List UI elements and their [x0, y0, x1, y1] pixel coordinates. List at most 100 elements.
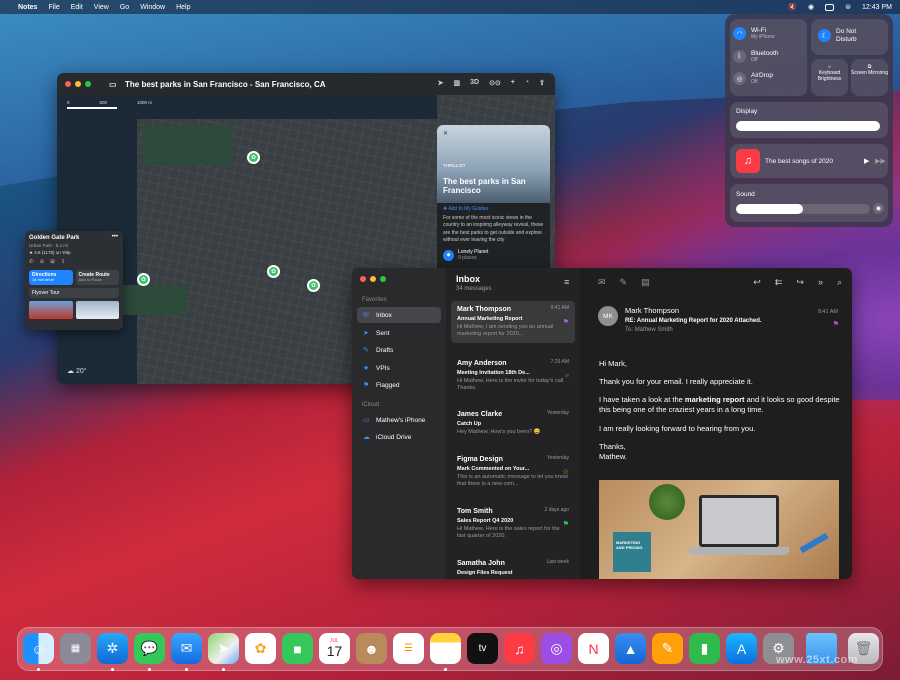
dnd-toggle[interactable]: ☾ Do Not Disturb	[818, 28, 876, 44]
news-icon[interactable]: N	[578, 633, 609, 664]
share-icon[interactable]: ⇪	[539, 79, 545, 87]
list-item[interactable]: Figma Design Yesterday Mark Commented on …	[451, 451, 575, 493]
airplay-icon[interactable]: ◉	[873, 203, 884, 214]
mailbox-title: Inbox	[456, 274, 480, 284]
create-route-button[interactable]: Create Route Add to Route	[75, 270, 119, 285]
podcasts-icon[interactable]: ◎	[541, 633, 572, 664]
menu-go[interactable]: Go	[120, 4, 129, 11]
keynote-icon[interactable]: ▲	[615, 633, 646, 664]
3d-button[interactable]: 3D	[470, 79, 479, 87]
sound-slider[interactable]	[736, 204, 803, 214]
sidebar-item-icloud-drive[interactable]: ☁ iCloud Drive	[357, 429, 441, 445]
list-item[interactable]: Samatha John Last week Design Files Reque…	[451, 555, 575, 579]
reminders-icon[interactable]: ☰	[393, 633, 424, 664]
music-app-icon[interactable]: ♫	[504, 633, 535, 664]
compose-mailbox-icon[interactable]: ✉	[598, 277, 606, 288]
park-pin-icon[interactable]: ✿	[267, 265, 280, 278]
reply-icon[interactable]: ↩	[753, 277, 761, 288]
minimize-button[interactable]	[75, 81, 81, 87]
launchpad-icon[interactable]: ▦	[60, 633, 91, 664]
archive-icon[interactable]: ▤	[641, 277, 650, 288]
close-button[interactable]	[65, 81, 71, 87]
control-center-icon[interactable]: ⊜	[845, 3, 851, 11]
zoom-button[interactable]	[380, 276, 386, 282]
tv-icon[interactable]: tv	[467, 633, 498, 664]
map-mode-icon[interactable]: ▥	[453, 79, 460, 87]
list-item[interactable]: James Clarke Yesterday Catch Up Hey Mathe…	[451, 406, 575, 440]
pages-icon[interactable]: ✎	[652, 633, 683, 664]
user-icon[interactable]: ◉	[808, 3, 814, 11]
appstore-icon[interactable]: A	[726, 633, 757, 664]
park-pin-icon[interactable]: ✿	[137, 273, 150, 286]
list-item[interactable]: Mark Thompson 9:41 AM Annual Marketing Re…	[451, 301, 575, 343]
minimize-button[interactable]	[370, 276, 376, 282]
compass-icon[interactable]: ◔	[525, 79, 529, 87]
guide-publisher[interactable]: ◆ Lonely Planet 9 places	[437, 244, 550, 266]
menu-help[interactable]: Help	[176, 4, 190, 11]
bluetooth-toggle[interactable]: ᛒ Bluetooth Off	[733, 50, 778, 63]
menu-edit[interactable]: Edit	[71, 4, 83, 11]
place-photo[interactable]	[75, 300, 119, 319]
phone-icon[interactable]: ✆	[29, 259, 34, 265]
list-item[interactable]: Tom Smith 2 days ago Sales Report Q4 2020…	[451, 503, 575, 545]
reading-pane: ✉ ✎ ▤ ↩ ⇇ ↪ » ⌕ MK Mark Thompson RE: Ann…	[580, 268, 852, 579]
share-place-icon[interactable]: ⇪	[61, 259, 66, 265]
look-around-icon[interactable]: ⊙⊙	[489, 79, 501, 87]
clock[interactable]: 12:43 PM	[862, 4, 892, 11]
photos-icon[interactable]: ✿	[245, 633, 276, 664]
zoom-add-icon[interactable]: +	[511, 79, 515, 87]
location-icon[interactable]: ➤	[438, 79, 444, 87]
play-icon[interactable]: ▶	[864, 157, 869, 165]
menu-app-name[interactable]: Notes	[18, 4, 37, 11]
place-card[interactable]: Golden Gate Park ••• Urban Park · 5.4 mi…	[25, 231, 123, 330]
guide-card[interactable]: ✕ THRILLIST The best parks in San Franci…	[437, 125, 550, 275]
airdrop-toggle[interactable]: ◎ AirDrop Off	[733, 72, 773, 85]
directions-button[interactable]: Directions 14 min drive	[29, 270, 73, 285]
place-photo[interactable]	[29, 300, 73, 319]
mute-icon[interactable]: 🔇	[788, 3, 797, 11]
search-icon[interactable]: ⌕	[837, 277, 842, 288]
compose-icon[interactable]: ✎	[620, 277, 628, 288]
menu-view[interactable]: View	[94, 4, 109, 11]
flyover-tour-button[interactable]: Flyover Tour	[29, 287, 119, 298]
sidebar-item-flagged[interactable]: ⚑ Flagged	[357, 377, 441, 393]
mail-icon[interactable]: ✉	[171, 633, 202, 664]
messages-icon[interactable]: 💬	[134, 633, 165, 664]
park-pin-icon[interactable]: ✿	[307, 279, 320, 292]
sidebar-item-inbox[interactable]: ✉ Inbox	[357, 307, 441, 323]
add-to-guides-link[interactable]: ✚ Add to My Guides	[437, 203, 550, 215]
sidebar-item-drafts[interactable]: ✎ Drafts	[357, 342, 441, 358]
close-button[interactable]	[360, 276, 366, 282]
menu-file[interactable]: File	[48, 4, 59, 11]
contacts-icon[interactable]: ☻	[356, 633, 387, 664]
more-icon[interactable]: •••	[112, 234, 118, 240]
filter-icon[interactable]: ≡	[564, 277, 569, 287]
facetime-icon[interactable]: ■	[282, 633, 313, 664]
forward-icon[interactable]: ▶▶	[875, 157, 886, 165]
more-toolbar-icon[interactable]: »	[818, 277, 823, 288]
menu-window[interactable]: Window	[140, 4, 165, 11]
display-slider[interactable]	[736, 121, 880, 131]
safari-icon[interactable]: ✲	[97, 633, 128, 664]
reply-all-icon[interactable]: ⇇	[775, 277, 783, 288]
email-image[interactable]: MARKETING AND PRICING	[599, 480, 839, 579]
list-item[interactable]: Amy Anderson 7:29 AM Meeting Invitation 1…	[451, 355, 575, 397]
calendar-icon[interactable]: JUL 17	[319, 633, 350, 664]
park-pin-icon[interactable]: ✿	[247, 151, 260, 164]
finder-icon[interactable]: ☺	[23, 633, 54, 664]
maps-icon[interactable]: ➤	[208, 633, 239, 664]
sidebar-item-vips[interactable]: ★ VPIs	[357, 360, 441, 376]
sidebar-item-iphone[interactable]: ▭ Mathew's iPhone	[357, 412, 441, 428]
notes-icon[interactable]	[430, 633, 461, 664]
guide-close-icon[interactable]: ✕	[443, 130, 448, 137]
zoom-button[interactable]	[85, 81, 91, 87]
sidebar-toggle-icon[interactable]: ▭	[109, 80, 117, 89]
website-icon[interactable]: ⊞	[50, 259, 55, 265]
block-icon[interactable]: ⊘	[40, 259, 45, 265]
numbers-icon[interactable]: ▮	[689, 633, 720, 664]
place-photos[interactable]	[29, 300, 119, 319]
battery-icon[interactable]	[825, 3, 835, 11]
sidebar-item-sent[interactable]: ➤ Sent	[357, 325, 441, 341]
forward-icon[interactable]: ↪	[796, 277, 804, 288]
wifi-toggle[interactable]: ◠ Wi-Fi My iPhone	[733, 27, 775, 40]
